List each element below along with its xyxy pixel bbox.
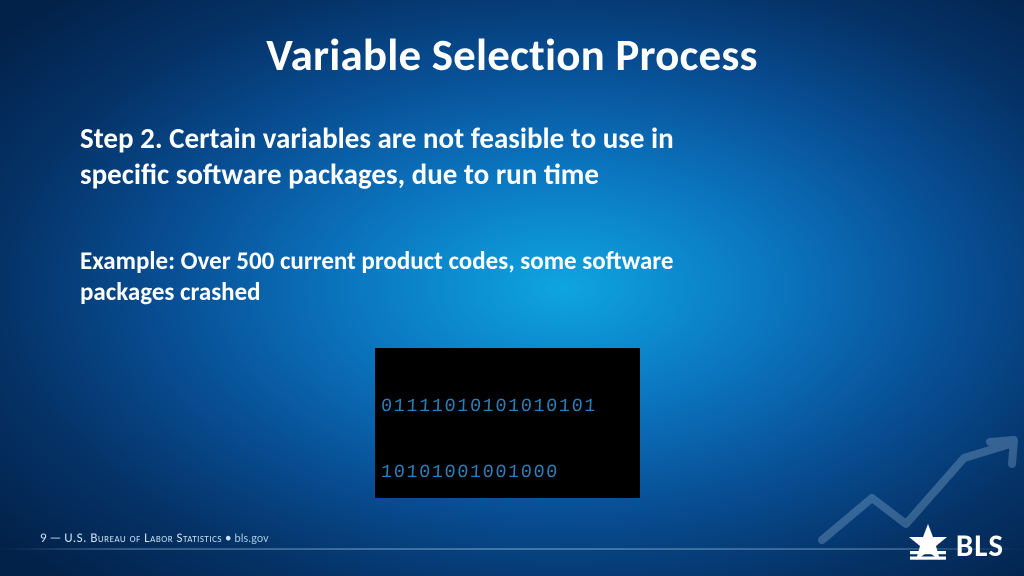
footer-site: bls.gov	[234, 532, 268, 546]
page-number: 9	[40, 531, 64, 546]
step-text: Step 2. Certain variables are not feasib…	[80, 120, 720, 193]
binary-row: 10101001001000	[380, 462, 634, 484]
error-binary-image: 01111010101010101 10101001001000 1011010…	[375, 348, 640, 498]
star-icon	[906, 521, 950, 570]
footer-divider	[0, 548, 1024, 550]
footer-org: U.S. Bureau of Labor Statistics	[64, 531, 222, 546]
logo-text: BLS	[956, 527, 1004, 565]
slide-title: Variable Selection Process	[0, 28, 1024, 83]
example-text: Example: Over 500 current product codes,…	[80, 245, 720, 308]
slide: Variable Selection Process Step 2. Certa…	[0, 0, 1024, 576]
bls-logo: BLS	[906, 521, 1004, 570]
footer: 9 U.S. Bureau of Labor Statistics • bls.…	[40, 531, 269, 546]
binary-row: 01111010101010101	[380, 396, 634, 418]
